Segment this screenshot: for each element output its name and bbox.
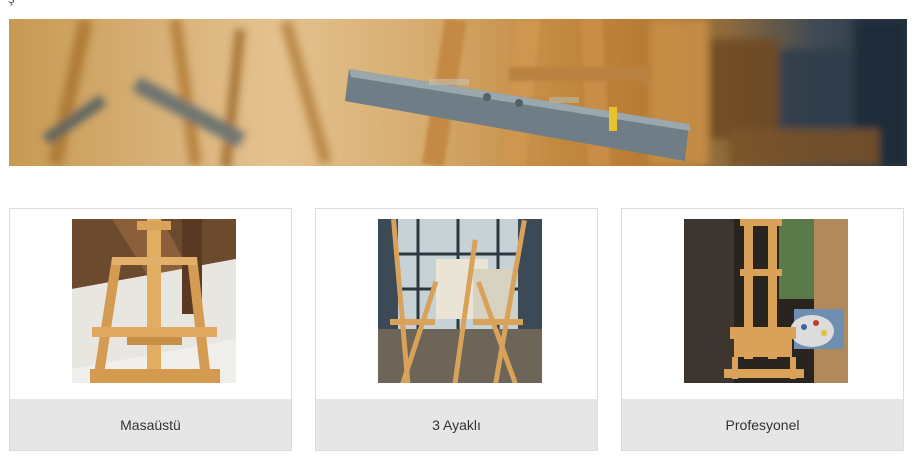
category-label-masaustu[interactable]: Masaüstü: [10, 399, 291, 450]
category-label-profesyonel[interactable]: Profesyonel: [622, 399, 903, 450]
tabletop-easel-photo[interactable]: [72, 219, 236, 387]
top-text-fragment: ş: [8, 0, 15, 6]
category-card-masaustu[interactable]: Masaüstü: [9, 208, 292, 451]
category-card-3-ayakli[interactable]: 3 Ayaklı: [315, 208, 598, 451]
easel-banner-image: [42, 19, 907, 166]
studio-easel-photo[interactable]: [684, 219, 848, 387]
category-card-profesyonel[interactable]: Profesyonel: [621, 208, 904, 451]
tripod-easel-photo[interactable]: [378, 219, 542, 387]
category-label-3-ayakli[interactable]: 3 Ayaklı: [316, 399, 597, 450]
hero-banner: [9, 19, 907, 166]
